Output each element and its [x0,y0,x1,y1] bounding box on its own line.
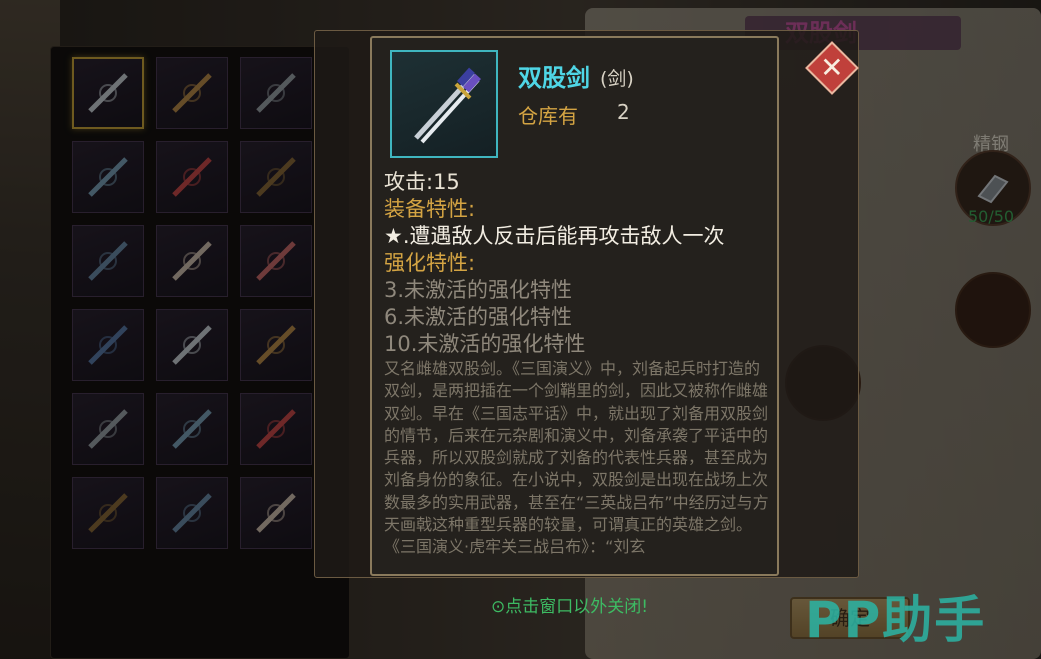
refine-trait: 6.未激活的强化特性 [384,305,573,329]
close-icon: ✕ [820,51,844,84]
item-tooltip: 双股剑 (剑) 仓库有 2 攻击:15 装备特性: ★.遭遇敌人反击后能再攻击敌… [370,36,779,576]
stock-label: 仓库有 [518,104,578,128]
refine-trait-heading: 强化特性: [384,251,476,275]
close-hint: ⊙点击窗口以外关闭! [491,597,649,617]
equip-trait-effect: ★.遭遇敌人反击后能再攻击敌人一次 [384,224,725,248]
equip-trait-heading: 装备特性: [384,197,476,221]
refine-trait: 3.未激活的强化特性 [384,278,573,302]
item-type: (剑) [600,68,634,90]
stock-count: 2 [617,100,630,124]
double-sword-icon [414,67,481,144]
item-icon-frame [390,50,498,158]
watermark-logo: PP助手 [805,591,987,649]
refine-trait: 10.未激活的强化特性 [384,332,586,356]
item-description: 又名雌雄双股剑。《三国演义》中，刘备起兵时打造的双剑，是两把插在一个剑鞘里的剑，… [384,359,769,557]
item-name: 双股剑 [518,64,590,92]
attack-stat: 攻击:15 [384,170,460,194]
close-button[interactable]: ✕ [805,41,859,95]
